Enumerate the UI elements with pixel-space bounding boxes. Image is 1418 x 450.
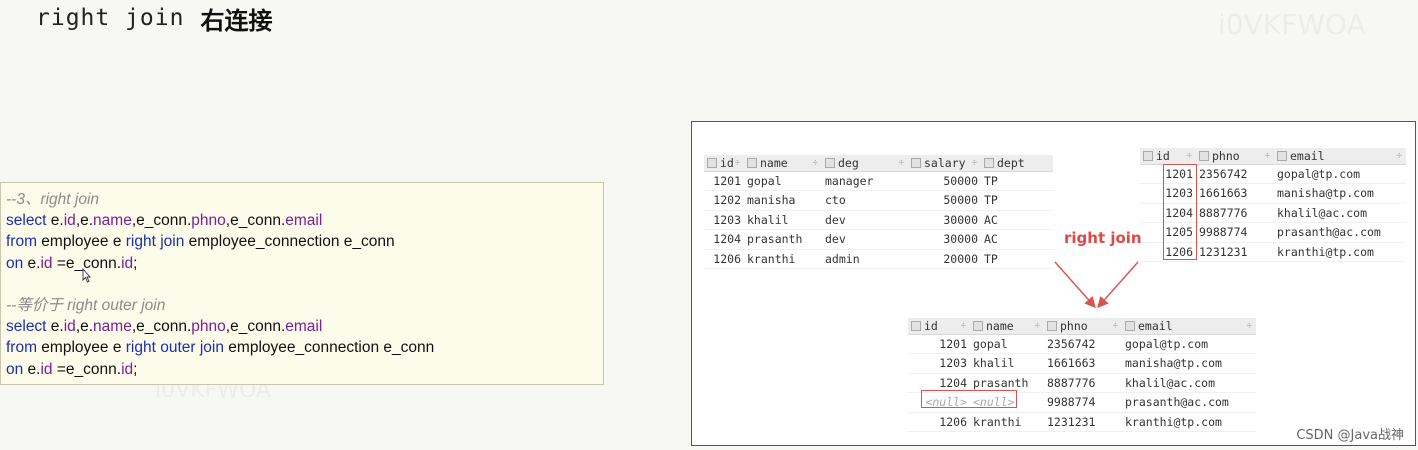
cell-email: gopal@tp.com (1125, 337, 1209, 351)
cell-phno: 1661663 (1047, 356, 1096, 371)
credit-text: CSDN @Java战神 (1296, 428, 1404, 443)
sort-icon[interactable]: ÷ (961, 318, 966, 334)
cell-phno: 8887776 (1047, 375, 1096, 390)
column-header-name[interactable]: name ÷ (970, 318, 1044, 334)
table-row[interactable]: 1203 khalil 1661663 manisha@tp.com (908, 354, 1256, 374)
cell-name: kranthi (973, 414, 1022, 429)
cell-name: gopal (973, 337, 1008, 351)
sort-icon[interactable]: ÷ (1035, 318, 1040, 334)
cell-phno: 2356742 (1047, 337, 1096, 351)
cell-phno: 1231231 (1047, 414, 1096, 429)
cell-email: prasanth@ac.com (1125, 395, 1229, 410)
cell-email: khalil@ac.com (1125, 375, 1216, 390)
table-row[interactable]: 1206 kranthi 1231231 kranthi@tp.com (908, 413, 1256, 432)
result-table-header: id ÷ name ÷ phno ÷ email ÷ (908, 318, 1256, 335)
null-highlight-box (921, 390, 1017, 408)
column-header-id[interactable]: id ÷ (908, 318, 970, 334)
cell-id: 1201 (939, 337, 967, 351)
column-label: email (1138, 319, 1173, 333)
column-icon (973, 321, 983, 331)
cell-name: khalil (973, 356, 1015, 371)
sort-icon[interactable]: ÷ (1113, 318, 1118, 334)
sort-icon[interactable]: ÷ (1247, 318, 1252, 334)
column-label: id (924, 319, 938, 333)
cell-email: manisha@tp.com (1125, 356, 1222, 371)
column-header-email[interactable]: email ÷ (1122, 318, 1256, 334)
column-icon (1125, 321, 1135, 331)
table-row[interactable]: 1201 gopal 2356742 gopal@tp.com (908, 335, 1256, 355)
cell-id: 1206 (939, 414, 967, 429)
result-table: id ÷ name ÷ phno ÷ email ÷ 1201 gopal 2356742 g… (908, 318, 1256, 432)
cell-email: kranthi@tp.com (1125, 414, 1222, 429)
column-icon (1047, 321, 1057, 331)
cell-id: 1203 (939, 356, 967, 371)
cell-phno: 9988774 (1047, 395, 1096, 410)
column-label: phno (1060, 319, 1088, 333)
column-label: name (986, 319, 1014, 333)
column-header-phno[interactable]: phno ÷ (1044, 318, 1122, 334)
column-icon (911, 321, 921, 331)
